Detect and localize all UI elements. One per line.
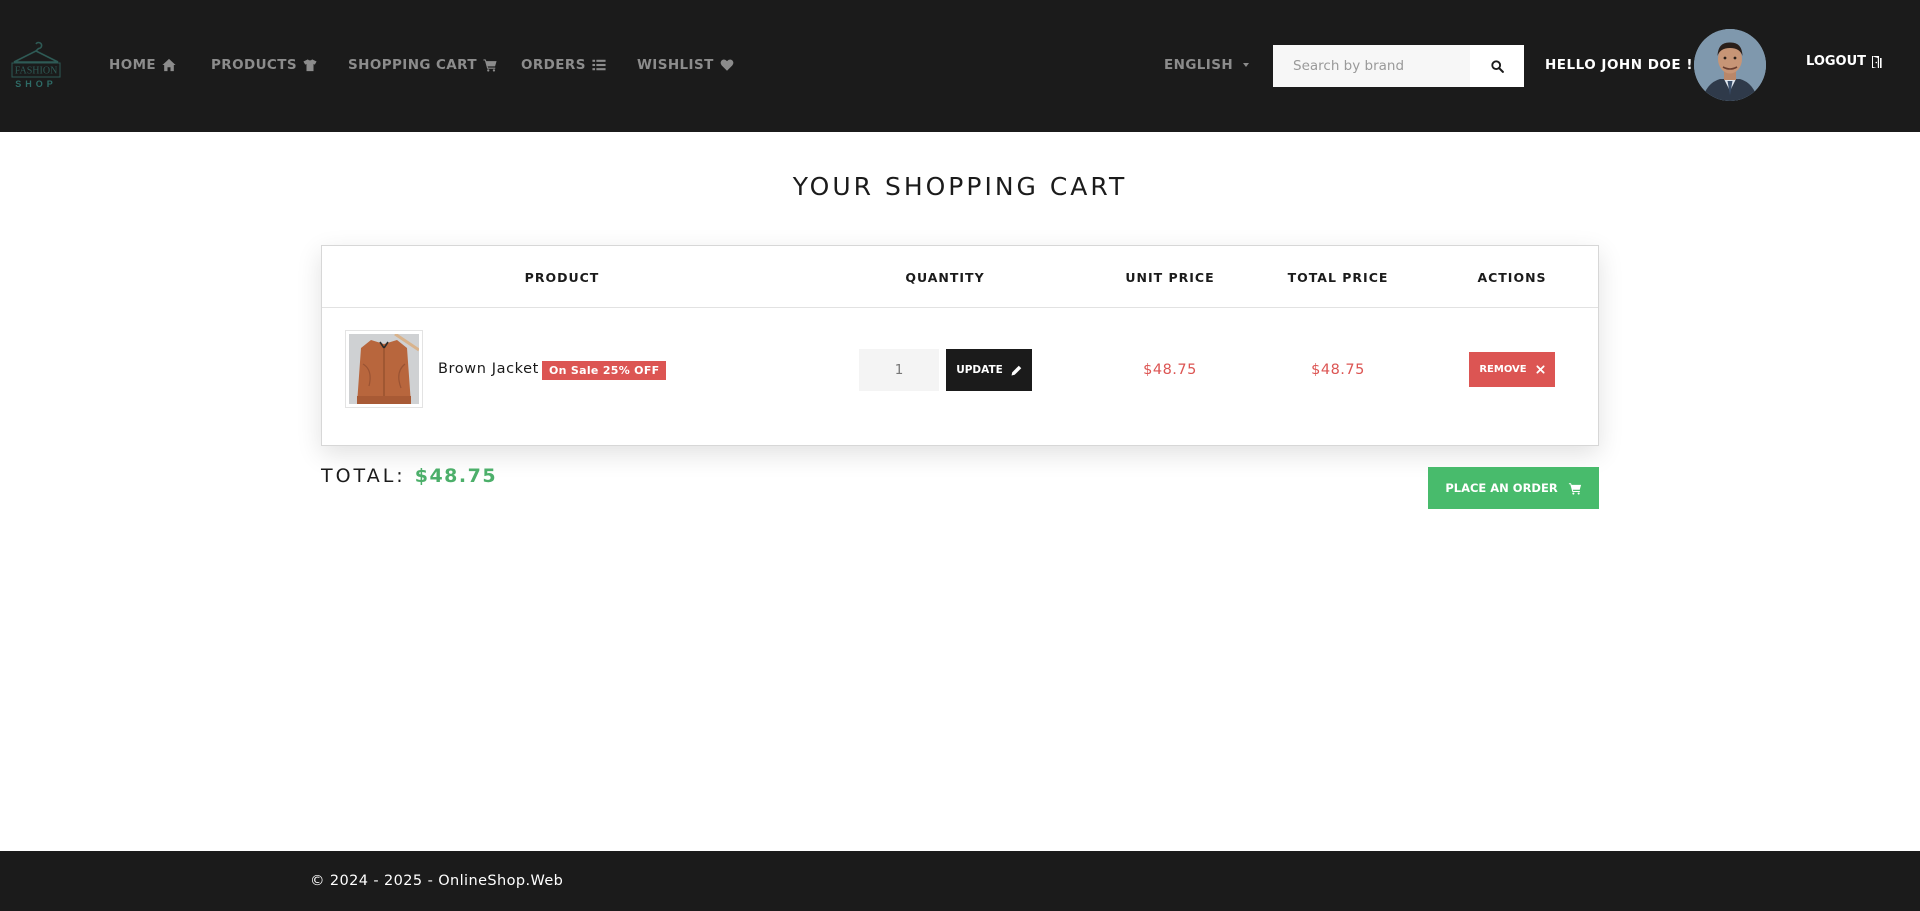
total-value: $48.75 (414, 465, 498, 487)
caret-down-icon (1243, 63, 1250, 67)
unit-price: $48.75 (1143, 362, 1197, 378)
avatar-image (1694, 29, 1766, 101)
avatar[interactable] (1694, 29, 1766, 101)
user-greeting: HELLO JOHN DOE ! (1545, 57, 1693, 73)
nav-home-label: HOME (109, 57, 157, 73)
language-label: ENGLISH (1164, 57, 1234, 73)
search-icon (1490, 59, 1504, 73)
home-icon (162, 58, 176, 72)
column-header-actions: ACTIONS (1477, 270, 1547, 285)
nav-orders[interactable]: ORDERS (521, 57, 606, 73)
copyright-text: © 2024 - 2025 - OnlineShop.Web (310, 873, 564, 889)
navbar: FASHION SHOP HOME PRODUCTS SHOPPING CART… (0, 0, 1920, 132)
nav-shopping-cart[interactable]: SHOPPING CART (348, 57, 497, 73)
cart-icon (483, 59, 497, 72)
cart-table: PRODUCT QUANTITY UNIT PRICE TOTAL PRICE … (321, 245, 1599, 446)
product-thumbnail[interactable] (345, 330, 423, 408)
quantity-input[interactable] (859, 349, 939, 391)
nav-wishlist-label: WISHLIST (637, 57, 714, 73)
sale-badge: On Sale 25% OFF (542, 361, 667, 380)
logout-label: LOGOUT (1806, 54, 1867, 69)
product-image (349, 332, 420, 404)
total-price: $48.75 (1311, 362, 1365, 378)
list-icon (592, 59, 606, 71)
close-icon (1536, 365, 1545, 374)
search-button[interactable] (1470, 45, 1524, 87)
page-title: YOUR SHOPPING CART (792, 172, 1128, 201)
cart-icon (1568, 482, 1581, 495)
place-order-label: PLACE AN ORDER (1445, 481, 1558, 495)
cart-total: TOTAL: $48.75 (321, 465, 497, 487)
column-header-unit-price: UNIT PRICE (1125, 270, 1215, 285)
remove-button[interactable]: REMOVE (1469, 352, 1555, 387)
table-header: PRODUCT QUANTITY UNIT PRICE TOTAL PRICE … (322, 246, 1598, 308)
search-input[interactable] (1273, 45, 1470, 87)
shop-logo[interactable]: FASHION SHOP (8, 40, 64, 92)
logo-brand-bottom: SHOP (15, 79, 57, 89)
logout-link[interactable]: LOGOUT (1806, 54, 1883, 69)
update-button-label: UPDATE (956, 364, 1003, 376)
tshirt-icon (303, 59, 317, 72)
nav-orders-label: ORDERS (521, 57, 586, 73)
total-label: TOTAL: (321, 465, 406, 487)
language-dropdown[interactable]: ENGLISH (1164, 57, 1250, 73)
nav-products-label: PRODUCTS (211, 57, 297, 73)
column-header-product: PRODUCT (524, 270, 600, 285)
place-order-button[interactable]: PLACE AN ORDER (1428, 467, 1599, 509)
column-header-quantity: QUANTITY (905, 270, 985, 285)
door-icon (1872, 55, 1882, 68)
nav-home[interactable]: HOME (109, 57, 176, 73)
logo-brand-top: FASHION (15, 66, 58, 77)
pencil-icon (1011, 365, 1022, 375)
nav-products[interactable]: PRODUCTS (211, 57, 317, 73)
update-button[interactable]: UPDATE (946, 349, 1032, 391)
search-form (1273, 45, 1524, 87)
product-name[interactable]: Brown Jacket (438, 361, 539, 377)
column-header-total-price: TOTAL PRICE (1287, 270, 1389, 285)
nav-shopping-cart-label: SHOPPING CART (348, 57, 477, 73)
heart-icon (720, 59, 734, 71)
remove-button-label: REMOVE (1479, 364, 1527, 375)
footer: © 2024 - 2025 - OnlineShop.Web (0, 851, 1920, 911)
nav-wishlist[interactable]: WISHLIST (637, 57, 734, 73)
